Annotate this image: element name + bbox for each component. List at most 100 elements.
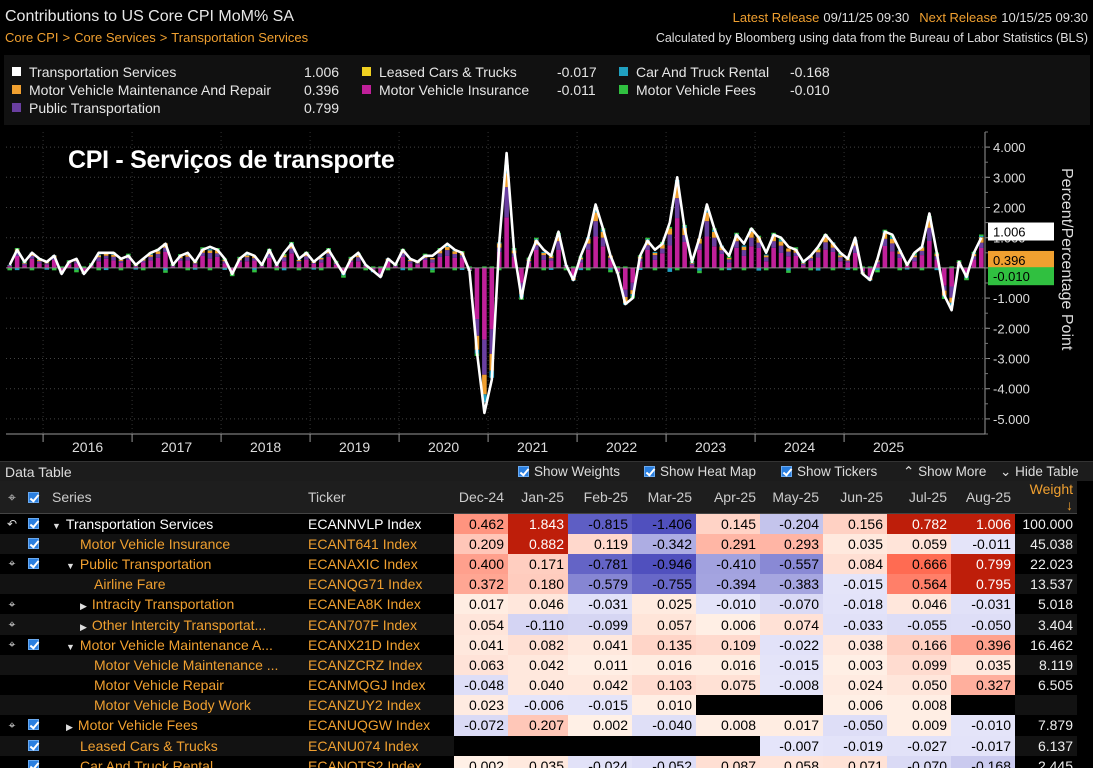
- series-name-cell[interactable]: Motor Vehicle Repair: [48, 675, 304, 695]
- series-name-cell[interactable]: Motor Vehicle Body Work: [48, 695, 304, 715]
- legend-item[interactable]: Leased Cars & Trucks: [362, 64, 517, 80]
- table-row[interactable]: Car And Truck Rental ECANQTS2 Index 0.002 0…: [0, 755, 1077, 768]
- col-header-dec-24[interactable]: Dec-24: [454, 481, 508, 514]
- breadcrumb-item-core-services[interactable]: Core Services: [74, 30, 156, 45]
- series-name-cell[interactable]: Motor Vehicle Maintenance ...: [48, 655, 304, 675]
- breadcrumb-item-core-cpi[interactable]: Core CPI: [5, 30, 58, 45]
- table-row[interactable]: Motor Vehicle Body Work ECANZUY2 Index 0.0…: [0, 695, 1077, 716]
- legend-item[interactable]: Motor Vehicle Fees: [619, 82, 756, 98]
- show-more-button[interactable]: ⌃ Show More: [903, 464, 986, 480]
- ticker-cell[interactable]: ECANZCRZ Index: [304, 655, 454, 675]
- table-row[interactable]: ↶ ▼ Transportation Services ECANNVLP Index 0…: [0, 513, 1077, 534]
- value-cell: 0.038: [823, 634, 887, 655]
- expand-caret-right-icon[interactable]: ▶: [80, 622, 87, 632]
- expand-caret-down-icon[interactable]: ▼: [66, 561, 75, 571]
- value-cell: 0.050: [887, 675, 951, 696]
- col-header-weight[interactable]: Weight ↓: [1015, 481, 1077, 514]
- table-row[interactable]: Motor Vehicle Repair ECANMQGJ Index -0.048…: [0, 675, 1077, 696]
- legend-item[interactable]: Transportation Services: [12, 64, 176, 80]
- col-header-aug-25[interactable]: Aug-25: [951, 481, 1015, 514]
- value-cell: -0.008: [760, 675, 823, 696]
- ticker-cell[interactable]: ECANAXIC Index: [304, 554, 454, 574]
- row-focus-icon[interactable]: ↶: [0, 514, 24, 534]
- legend-item[interactable]: Car And Truck Rental: [619, 64, 769, 80]
- table-row[interactable]: ⌖ ▼ Motor Vehicle Maintenance A... ECANX21D…: [0, 634, 1077, 655]
- col-header-feb-25[interactable]: Feb-25: [568, 481, 632, 514]
- weight-cell: 13.537: [1030, 576, 1073, 593]
- value-cell: 0.040: [508, 675, 568, 696]
- show-tickers-toggle[interactable]: Show Tickers: [781, 464, 877, 479]
- ticker-cell[interactable]: ECANUQGW Index: [304, 715, 454, 735]
- series-name-cell[interactable]: Leased Cars & Trucks: [48, 736, 304, 756]
- series-name-cell[interactable]: ▶ Other Intercity Transportat...: [48, 614, 304, 634]
- table-row[interactable]: Motor Vehicle Maintenance ... ECANZCRZ In…: [0, 654, 1077, 675]
- series-name-cell[interactable]: Airline Fare: [48, 574, 304, 594]
- table-row[interactable]: Motor Vehicle Insurance ECANT641 Index 0.2…: [0, 533, 1077, 554]
- expand-caret-right-icon[interactable]: ▶: [66, 722, 73, 732]
- row-checkbox[interactable]: [24, 514, 48, 534]
- value-cell: 0.059: [887, 533, 951, 554]
- table-row[interactable]: ⌖ ▶ Intracity Transportation ECANEA8K Index…: [0, 594, 1077, 615]
- col-header-jan-25[interactable]: Jan-25: [508, 481, 568, 514]
- table-row[interactable]: ⌖ ▶ Other Intercity Transportat... ECAN707F…: [0, 614, 1077, 635]
- ticker-cell[interactable]: ECANT641 Index: [304, 534, 454, 554]
- ticker-cell[interactable]: ECANU074 Index: [304, 736, 454, 756]
- ticker-cell[interactable]: ECANMQGJ Index: [304, 675, 454, 695]
- expand-caret-down-icon[interactable]: ▼: [66, 642, 75, 652]
- series-name-cell[interactable]: ▼ Motor Vehicle Maintenance A...: [48, 635, 304, 655]
- ticker-cell[interactable]: ECANNVLP Index: [304, 514, 454, 534]
- ticker-cell[interactable]: ECANQTS2 Index: [304, 756, 454, 768]
- row-checkbox[interactable]: [24, 736, 48, 756]
- value-cell: 0.010: [632, 695, 696, 716]
- row-focus-icon[interactable]: ⌖: [0, 635, 24, 655]
- col-header-may-25[interactable]: May-25: [760, 481, 823, 514]
- row-checkbox[interactable]: [24, 534, 48, 554]
- row-focus-icon[interactable]: ⌖: [0, 594, 24, 614]
- table-row[interactable]: ⌖ ▼ Public Transportation ECANAXIC Index 0.4…: [0, 553, 1077, 575]
- legend-item[interactable]: Motor Vehicle Insurance: [362, 82, 529, 98]
- row-focus-icon[interactable]: ⌖: [0, 554, 24, 574]
- table-row[interactable]: ⌖ ▶ Motor Vehicle Fees ECANUQGW Index -0.072…: [0, 715, 1077, 736]
- series-name-cell[interactable]: ▼ Transportation Services: [48, 514, 304, 534]
- value-cell: -0.099: [568, 614, 632, 635]
- breadcrumb-item-transportation[interactable]: Transportation Services: [171, 30, 308, 45]
- col-header-apr-25[interactable]: Apr-25: [696, 481, 760, 514]
- expand-caret-down-icon[interactable]: ▼: [52, 521, 61, 531]
- value-cell: 0.327: [951, 675, 1015, 696]
- series-name-cell[interactable]: Car And Truck Rental: [48, 756, 304, 768]
- col-header-ticker[interactable]: Ticker: [304, 481, 454, 514]
- series-name-cell[interactable]: ▶ Motor Vehicle Fees: [48, 715, 304, 735]
- series-name-cell[interactable]: ▼ Public Transportation: [48, 554, 304, 574]
- row-checkbox[interactable]: [24, 635, 48, 655]
- show-weights-toggle[interactable]: Show Weights: [518, 464, 620, 479]
- select-all-checkbox[interactable]: [24, 481, 48, 514]
- ticker-cell[interactable]: ECANZUY2 Index: [304, 695, 454, 715]
- col-header-jul-25[interactable]: Jul-25: [887, 481, 951, 514]
- table-row[interactable]: Leased Cars & Trucks ECANU074 Index -0.007…: [0, 735, 1077, 756]
- legend-item[interactable]: Motor Vehicle Maintenance And Repair: [12, 82, 271, 98]
- value-cell: 0.003: [823, 654, 887, 675]
- row-checkbox[interactable]: [24, 715, 48, 735]
- show-heat-map-toggle[interactable]: Show Heat Map: [644, 464, 756, 479]
- ticker-cell[interactable]: ECANEA8K Index: [304, 594, 454, 614]
- ticker-cell[interactable]: ECANX21D Index: [304, 635, 454, 655]
- expand-caret-right-icon[interactable]: ▶: [80, 601, 87, 611]
- table-row[interactable]: Airline Fare ECANQG71 Index 0.372 0.180 -0.5…: [0, 574, 1077, 595]
- row-checkbox[interactable]: [24, 554, 48, 574]
- row-focus-icon[interactable]: ⌖: [0, 614, 24, 634]
- series-name: Transportation Services: [65, 515, 214, 532]
- value-cell: -0.015: [760, 654, 823, 675]
- legend-item[interactable]: Public Transportation: [12, 100, 161, 116]
- col-header-jun-25[interactable]: Jun-25: [823, 481, 887, 514]
- value-cell: 0.024: [823, 675, 887, 696]
- col-header-mar-25[interactable]: Mar-25: [632, 481, 696, 514]
- ticker-cell[interactable]: ECAN707F Index: [304, 614, 454, 634]
- row-focus-icon[interactable]: ⌖: [0, 715, 24, 735]
- col-header-series[interactable]: Series: [48, 481, 304, 514]
- series-name-cell[interactable]: ▶ Intracity Transportation: [48, 594, 304, 614]
- row-checkbox[interactable]: [24, 756, 48, 768]
- ticker-cell[interactable]: ECANQG71 Index: [304, 574, 454, 594]
- series-name-cell[interactable]: Motor Vehicle Insurance: [48, 534, 304, 554]
- crosshair-icon[interactable]: ⌖: [0, 481, 24, 514]
- hide-table-button[interactable]: ⌄ Hide Table: [1000, 464, 1079, 480]
